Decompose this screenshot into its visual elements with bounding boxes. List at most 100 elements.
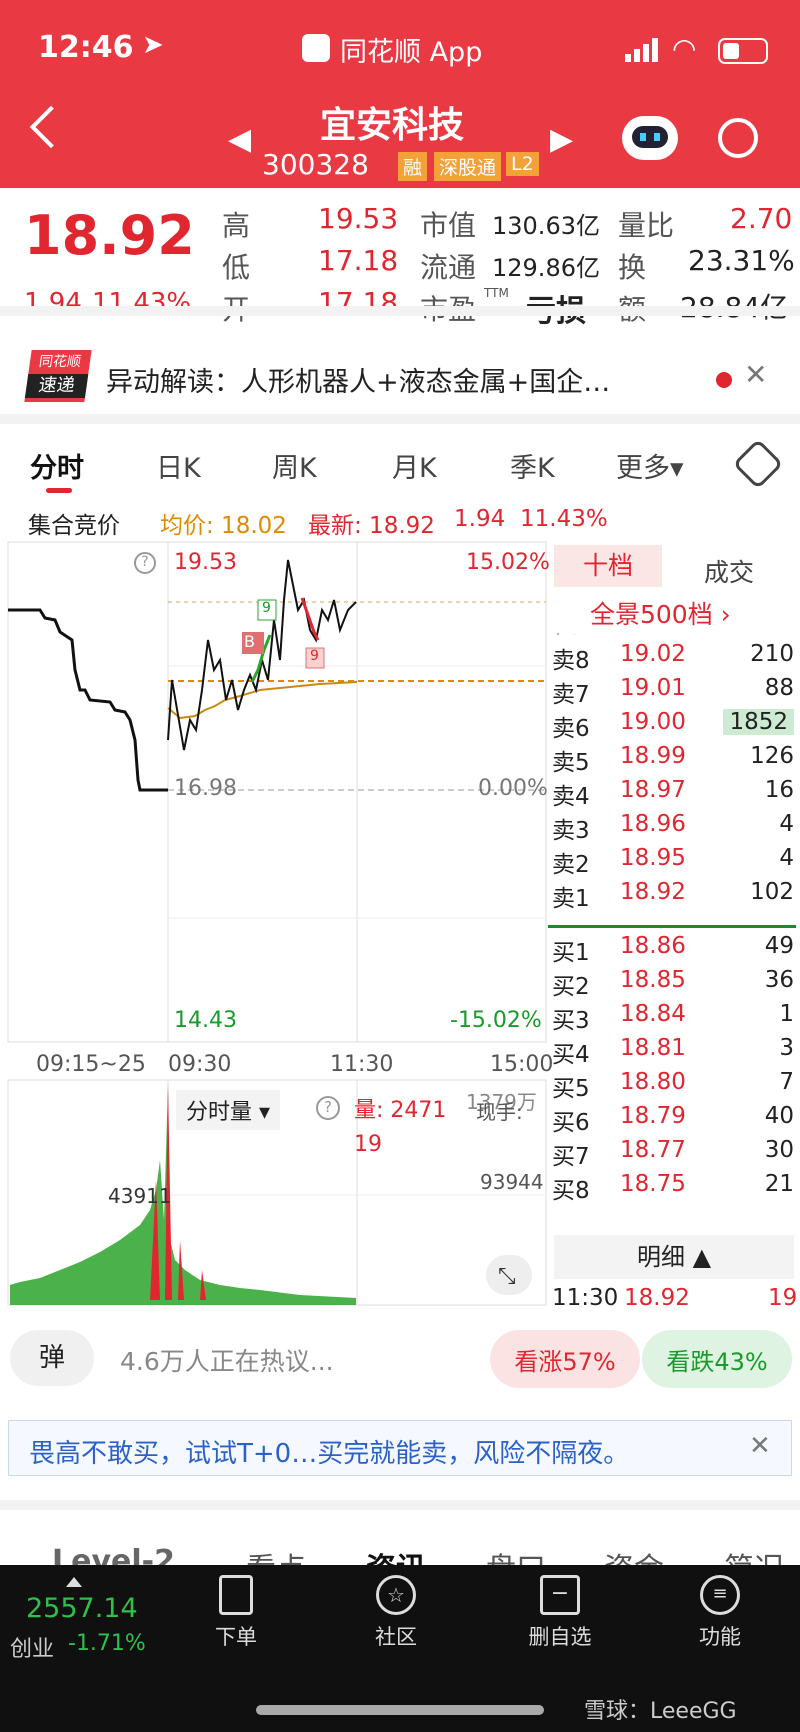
time-auction: 09:15~25 <box>36 1052 146 1077</box>
volume-mid: 93944 <box>480 1170 544 1194</box>
tab-more[interactable]: 更多▾ <box>616 446 684 485</box>
prev-stock-icon[interactable]: ◀ <box>228 122 251 157</box>
tab-monthly[interactable]: 月K <box>392 446 437 485</box>
bid-row[interactable]: 买8 18.75 21 <box>548 1169 800 1204</box>
index-name: 创业 <box>10 1637 55 1662</box>
tab-ten-levels[interactable]: 十档 <box>554 545 662 587</box>
current-hand-label: 现手: <box>476 1100 523 1124</box>
volume-value: 量: 2471 <box>354 1098 447 1123</box>
ask-price: 18.95 <box>620 845 686 871</box>
ask-row[interactable]: 卖5 18.99 126 <box>548 741 800 776</box>
ask-row[interactable]: 卖6 19.00 1852 <box>548 707 800 742</box>
ask-row[interactable]: 卖4 18.97 16 <box>548 775 800 810</box>
robot-assistant-icon[interactable] <box>622 116 678 160</box>
bid-row[interactable]: 买7 18.77 30 <box>548 1135 800 1170</box>
ask-level: 卖4 <box>552 784 590 810</box>
time-noon: 11:30 <box>330 1052 394 1077</box>
ask-level: 卖5 <box>552 750 590 776</box>
order-icon <box>219 1575 253 1615</box>
tab-quarterly[interactable]: 季K <box>510 446 555 485</box>
volume-help-icon[interactable]: ? <box>316 1096 340 1120</box>
promo-close-icon[interactable]: ✕ <box>749 1431 771 1461</box>
help-icon[interactable]: ? <box>134 552 156 574</box>
bid-level: 买2 <box>552 974 590 1000</box>
expand-index-icon[interactable] <box>66 1577 82 1587</box>
stock-code: 300328 <box>262 148 369 181</box>
order-button[interactable]: 下单 <box>206 1575 266 1651</box>
news-banner[interactable]: 同花顺 速递 异动解读：人形机器人+液态金属+国企… ✕ <box>0 320 800 420</box>
detail-time: 11:30 <box>552 1285 619 1311</box>
latest-pct: 11.43% <box>520 506 608 532</box>
discussion-count[interactable]: 4.6万人正在热议... <box>120 1342 334 1378</box>
bid-row[interactable]: 买5 18.80 7 <box>548 1067 800 1102</box>
bottom-toolbar: 2557.14 创业 -1.71% 下单 ☆ 社区 − 删自选 ≡ 功能 雪球：… <box>0 1565 800 1732</box>
remove-watchlist-button[interactable]: − 删自选 <box>520 1575 600 1651</box>
community-button[interactable]: ☆ 社区 <box>366 1575 426 1651</box>
next-stock-icon[interactable]: ▶ <box>550 122 573 157</box>
turnover-value: 23.31% <box>688 244 795 277</box>
news-text: 异动解读：人形机器人+液态金属+国企… <box>106 367 611 398</box>
subtab-highlights[interactable]: 看点 <box>246 1544 306 1566</box>
ask-row[interactable]: 卖8 19.02 210 <box>548 639 800 674</box>
ask-row[interactable]: 卖1 18.92 102 <box>548 877 800 912</box>
bid-row[interactable]: 买1 18.86 49 <box>548 931 800 966</box>
tab-trades[interactable]: 成交 <box>704 553 754 589</box>
ask-row[interactable]: 卖3 18.96 4 <box>548 809 800 844</box>
promo-tip[interactable]: 畏高不敢买，试试T+0…买完就能卖，风险不隔夜。 ✕ <box>8 1420 792 1476</box>
functions-button[interactable]: ≡ 功能 <box>690 1575 750 1651</box>
bid-level: 买3 <box>552 1008 590 1034</box>
tab-intraday[interactable]: 分时 <box>30 446 84 485</box>
back-icon[interactable] <box>29 105 73 149</box>
panorama-link[interactable]: 全景500档 › <box>590 595 731 631</box>
bid-row[interactable]: 买6 18.79 40 <box>548 1101 800 1136</box>
subtab-news[interactable]: 资讯 <box>366 1544 426 1566</box>
app-name: 同花顺 App <box>340 37 483 68</box>
index-value[interactable]: 2557.14 <box>26 1593 138 1624</box>
home-indicator <box>256 1705 544 1715</box>
functions-label: 功能 <box>699 1625 741 1649</box>
news-logo-icon: 同花顺 速递 <box>24 350 92 402</box>
subtab-level2[interactable]: Level-2 <box>52 1544 175 1566</box>
float-value: 129.86亿 <box>492 254 600 282</box>
ask-level: 卖7 <box>552 682 590 708</box>
subtab-orderbook[interactable]: 盘口 <box>486 1544 546 1566</box>
bid-row[interactable]: 买4 18.81 3 <box>548 1033 800 1068</box>
avg-price: 均价: 18.02 <box>160 513 287 539</box>
tab-weekly[interactable]: 周K <box>272 446 317 485</box>
detail-toggle[interactable]: 明细 ▲ <box>554 1235 794 1279</box>
bid-row[interactable]: 买2 18.85 36 <box>548 965 800 1000</box>
menu-icon: ≡ <box>700 1575 740 1615</box>
ask-price: 18.99 <box>620 743 686 769</box>
bid-volume: 36 <box>764 967 794 993</box>
axis-top-pct: 15.02% <box>466 550 550 575</box>
axis-mid-pct: 0.00% <box>478 776 548 801</box>
axis-mid-price: 16.98 <box>174 776 237 801</box>
ask-volume: 210 <box>750 641 794 667</box>
volume-value-2: 19 <box>354 1132 382 1157</box>
fullscreen-icon[interactable]: ⤡ <box>498 1264 516 1289</box>
pe-ttm-tag: TTM <box>484 286 509 300</box>
intraday-chart[interactable]: ? 19.53 15.02% 16.98 0.00% 14.43 -15.02%… <box>0 540 553 1310</box>
bid-level: 买7 <box>552 1144 590 1170</box>
search-icon[interactable] <box>718 118 758 158</box>
bid-price: 18.81 <box>620 1035 686 1061</box>
high-value: 19.53 <box>318 202 399 235</box>
ask-price: 19.01 <box>620 675 686 701</box>
bid-volume: 21 <box>764 1171 794 1197</box>
settings-icon[interactable] <box>732 438 784 490</box>
subtab-profile[interactable]: 简况 <box>724 1544 784 1566</box>
time-close: 15:00 <box>490 1052 554 1077</box>
subtab-funds[interactable]: 资金 <box>604 1544 664 1566</box>
bullish-vote-button[interactable]: 看涨57% <box>490 1330 640 1388</box>
close-icon[interactable]: ✕ <box>744 358 767 391</box>
tab-daily[interactable]: 日K <box>156 446 201 485</box>
danmu-toggle-icon[interactable]: 弹 <box>10 1330 94 1386</box>
bid-row[interactable]: 买3 18.84 1 <box>548 999 800 1034</box>
ask-volume: 126 <box>750 743 794 769</box>
bid-price: 18.86 <box>620 933 686 959</box>
bearish-vote-button[interactable]: 看跌43% <box>642 1330 792 1388</box>
remove-watchlist-label: 删自选 <box>528 1625 592 1649</box>
ask-row[interactable]: 卖7 19.01 88 <box>548 673 800 708</box>
volume-selector[interactable]: 分时量 ▾ <box>176 1090 281 1130</box>
ask-row[interactable]: 卖2 18.95 4 <box>548 843 800 878</box>
